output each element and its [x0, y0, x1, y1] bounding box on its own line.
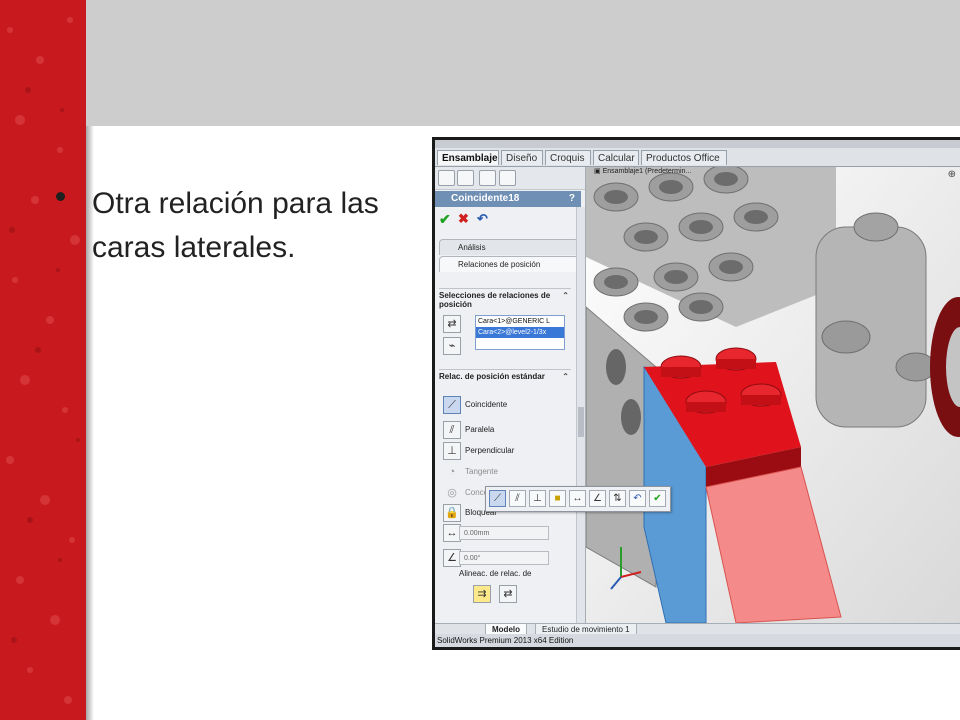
mate-parallel[interactable]: ⫽ Paralela [443, 420, 573, 440]
scrollbar-thumb[interactable] [578, 407, 584, 437]
tab-calcular[interactable]: Calcular [593, 150, 639, 165]
perpendicular-icon[interactable]: ⊥ [529, 490, 546, 507]
mate-context-toolbar: ⟋ ⫽ ⊥ ■ ↔ ∠ ⇅ ↶ ✔ [485, 486, 671, 512]
alignment-label: Alineac. de relac. de [459, 569, 532, 578]
feature-tree-flyout[interactable]: ▣ Ensamblaje1 (Predetermin... [594, 167, 691, 175]
manager-tabs [435, 167, 585, 190]
mate-label: Paralela [465, 425, 495, 434]
collapse-icon[interactable]: ⌃ [562, 372, 569, 381]
help-icon[interactable]: ? [569, 191, 575, 207]
aligned-icon[interactable]: ⇉ [473, 585, 491, 603]
tab-analisis-label: Análisis [458, 243, 486, 252]
standard-mates-header[interactable]: Relac. de posición estándar ⌃ [439, 369, 571, 381]
assembly-icon: ▣ [594, 168, 603, 175]
coincident-icon[interactable]: ⟋ [489, 490, 506, 507]
lock-icon: 🔒 [443, 504, 461, 522]
property-manager-icon[interactable] [457, 170, 474, 186]
selection-item[interactable]: Cara<2>@level2-1/3x [476, 327, 564, 338]
panel-scrollbar[interactable] [576, 207, 585, 623]
zoom-icon[interactable]: ⊕ [948, 169, 956, 180]
software-screenshot: Ensamblaje Diseño Croquis Calcular Produ… [432, 137, 960, 650]
distance-icon[interactable]: ↔ [569, 490, 586, 507]
mate-title: Coincidente18 [451, 193, 520, 204]
mate-label: Tangente [465, 467, 498, 476]
tab-analisis[interactable]: Análisis [439, 239, 579, 255]
tab-relaciones[interactable]: Relaciones de posición [439, 256, 579, 272]
collapse-icon[interactable]: ⌃ [562, 291, 569, 300]
cancel-x-icon[interactable]: ✖ [458, 211, 469, 227]
selections-header-text: Selecciones de relaciones de posición [439, 291, 551, 309]
tab-relaciones-label: Relaciones de posición [458, 260, 541, 269]
ribbon-upper-strip [435, 140, 960, 148]
anti-aligned-icon[interactable]: ⇄ [499, 585, 517, 603]
ribbon-tabs: Ensamblaje Diseño Croquis Calcular Produ… [435, 148, 960, 167]
flip-alignment-icon[interactable]: ⇅ [609, 490, 626, 507]
ok-check-icon[interactable]: ✔ [649, 490, 666, 507]
selection-filter-icon[interactable]: ⇄ [443, 315, 461, 333]
configuration-manager-icon[interactable] [479, 170, 496, 186]
angle-icon[interactable]: ∠ [589, 490, 606, 507]
decorative-red-band [0, 0, 86, 720]
undo-icon[interactable]: ↶ [629, 490, 646, 507]
coincident-icon: ⟋ [443, 396, 461, 414]
mate-coincident[interactable]: ⟋ Coincidente [443, 395, 573, 415]
lock-icon[interactable]: ■ [549, 490, 566, 507]
ok-check-icon[interactable]: ✔ [439, 211, 451, 228]
mate-tangent[interactable]: ◔ Tangente [443, 462, 573, 482]
slide-header-bar [86, 0, 960, 126]
mate-label: Perpendicular [465, 446, 515, 455]
mate-selections-list[interactable]: Cara<1>@GENERIC L Cara<2>@level2-1/3x [475, 315, 565, 350]
standard-mates-header-text: Relac. de posición estándar [439, 372, 545, 381]
mate-label: Coincidente [465, 400, 508, 409]
tangent-icon: ◔ [448, 466, 456, 478]
tab-productos-office[interactable]: Productos Office [641, 150, 727, 165]
assembly-name: Ensamblaje1 (Predetermin... [602, 168, 692, 175]
concentric-icon: ◎ [447, 487, 457, 499]
bullet-text: Otra relación para las caras laterales. [92, 187, 379, 264]
undo-icon[interactable]: ↶ [477, 211, 488, 227]
tab-diseno[interactable]: Diseño [501, 150, 543, 165]
graphics-viewport[interactable]: ▣ Ensamblaje1 (Predetermin... ⊕ [586, 167, 960, 623]
selection-item[interactable]: Cara<1>@GENERIC L [476, 316, 564, 327]
appearance-manager-icon[interactable] [499, 170, 516, 186]
bullet-dot-icon [56, 192, 65, 201]
perpendicular-icon: ⊥ [443, 442, 461, 460]
property-manager: Coincidente18 ? ✔ ✖ ↶ Análisis Relacione… [435, 167, 586, 623]
selections-group-header[interactable]: Selecciones de relaciones de posición ⌃ [439, 288, 571, 309]
red-texture-pattern [0, 0, 86, 720]
tab-ensamblaje[interactable]: Ensamblaje [437, 150, 499, 165]
mate-title-bar: Coincidente18 ? [435, 191, 581, 207]
tab-croquis[interactable]: Croquis [545, 150, 591, 165]
distance-field[interactable]: 0.00mm [459, 526, 549, 540]
pin-icon[interactable]: ⌁ [443, 337, 461, 355]
angle-field[interactable]: 0.00° [459, 551, 549, 565]
lego-assembly-model [586, 167, 960, 623]
parallel-icon[interactable]: ⫽ [509, 490, 526, 507]
status-bar: SolidWorks Premium 2013 x64 Edition [435, 634, 960, 647]
feature-manager-icon[interactable] [438, 170, 455, 186]
panel-actions: ✔ ✖ ↶ [435, 211, 581, 229]
mate-perpendicular[interactable]: ⊥ Perpendicular [443, 441, 573, 461]
parallel-icon: ⫽ [443, 421, 461, 439]
